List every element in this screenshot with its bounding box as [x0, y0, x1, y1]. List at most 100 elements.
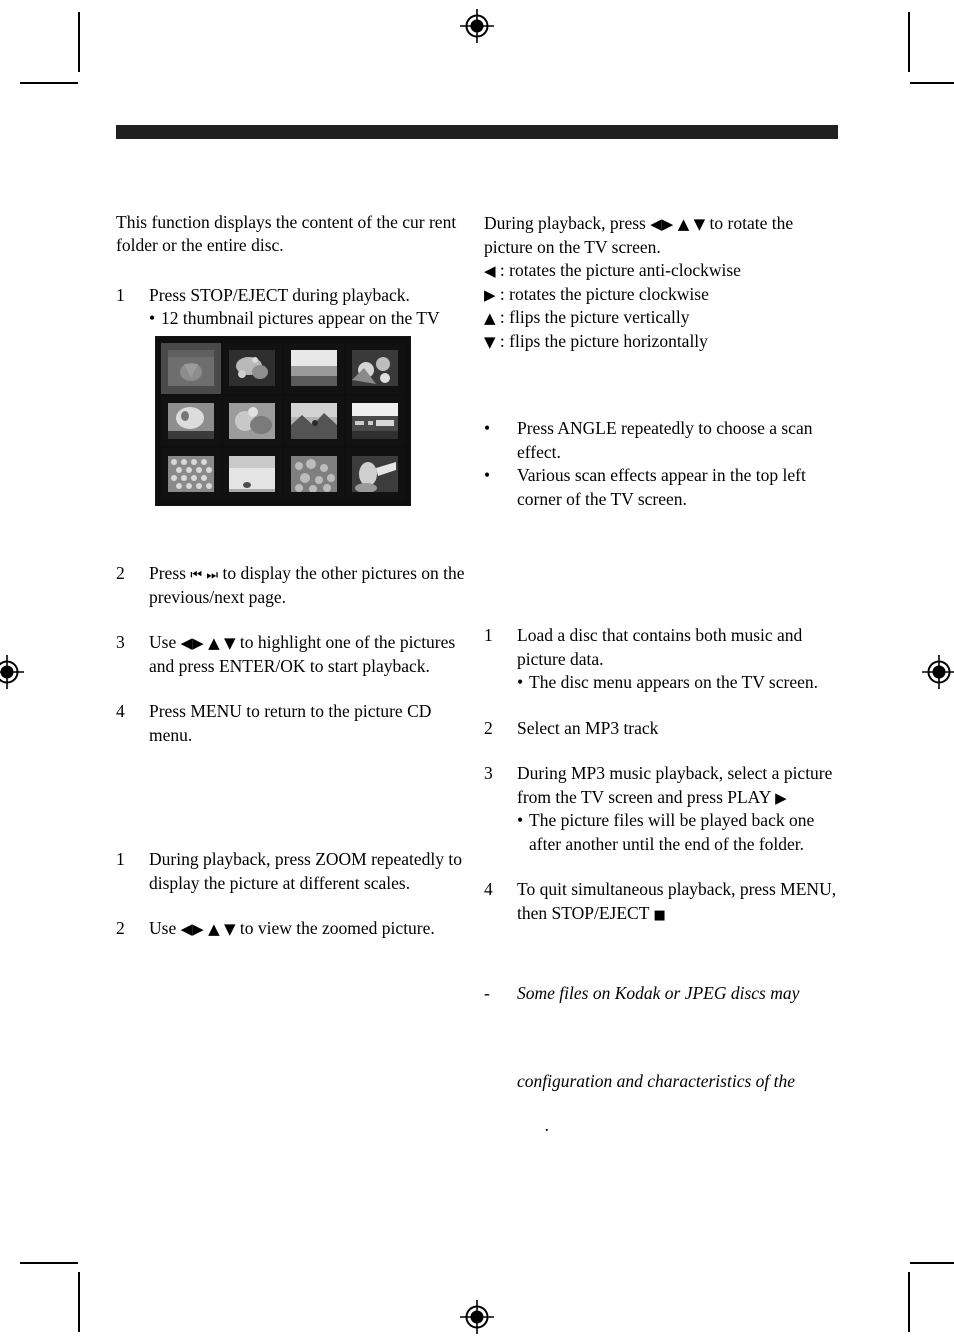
step-text-before: Press [149, 563, 186, 583]
thumbnail-grid [161, 343, 405, 499]
rotate-intro-before: During playback, press [484, 213, 646, 233]
note-line-2: configuration and characteristics of the [517, 1071, 796, 1091]
thumbnail-image-7 [290, 402, 337, 439]
registration-mark-top-center [460, 9, 494, 43]
thumbnail-cell-selected[interactable] [161, 343, 221, 394]
thumbnail-cell[interactable] [284, 395, 344, 447]
crop-mark-top-left-vertical [78, 12, 80, 72]
right-arrow-icon: ▶ [484, 285, 496, 304]
crop-mark-top-left-horizontal [20, 82, 78, 84]
thumbnail-image-3 [290, 350, 337, 387]
step-text: To quit simultaneous playback, press MEN… [517, 879, 837, 923]
intro-paragraph: This function displays the content of th… [116, 211, 457, 256]
zoom-step-2: 2 Use ◀▶ ▲ ▼ to view the zoomed picture. [116, 917, 476, 941]
thumbnail-cell[interactable] [345, 343, 405, 394]
crop-mark-top-right-horizontal [910, 82, 954, 84]
bullet-text: Press ANGLE repeatedly to choose a scan … [517, 418, 813, 462]
note-dash: - [484, 983, 490, 1003]
registration-mark-bottom-center [460, 1300, 494, 1334]
simultaneous-section-spacer [484, 511, 844, 624]
left-arrow-icon: ◀ [180, 634, 193, 652]
step-number: 2 [484, 717, 493, 738]
bullet-dot: • [484, 465, 491, 485]
step-text-before: Use [149, 632, 177, 652]
thumbnail-cell[interactable] [284, 343, 344, 394]
step-number: 2 [116, 918, 125, 938]
step-number: 1 [484, 625, 493, 645]
crop-mark-bottom-right-horizontal [910, 1262, 954, 1264]
skip-next-icon: ⏭ [206, 568, 219, 583]
left-arrow-icon: ◀ [180, 920, 193, 938]
key-legend-down: ▼ : flips the picture horizontally [484, 330, 844, 354]
thumbnail-image-9 [167, 455, 214, 492]
bullet-dot: • [517, 672, 524, 692]
thumbnail-cell[interactable] [345, 448, 405, 499]
up-arrow-icon: ▲ [677, 215, 690, 233]
key-legend-right: ▶ : rotates the picture clockwise [484, 283, 844, 307]
step-text: Press STOP/EJECT during playback. [149, 284, 410, 305]
thumbnail-cell[interactable] [284, 448, 344, 499]
step-number: 1 [116, 284, 125, 305]
step-text: During playback, press ZOOM repeatedly t… [149, 849, 462, 893]
down-arrow-icon: ▼ [223, 920, 236, 938]
step-number: 4 [484, 879, 493, 899]
left-column: This function displays the content of th… [116, 193, 476, 963]
left-arrow-icon: ◀ [484, 262, 496, 280]
simultaneous-step-1: 1 Load a disc that contains both music a… [484, 624, 844, 695]
registration-mark-left-middle [0, 655, 24, 689]
key-legend-up: ▲ : flips the picture vertically [484, 306, 844, 330]
right-arrow-icon: ▶ [661, 215, 674, 233]
note-line-3: . [545, 1115, 550, 1135]
scan-bullet-1: • Press ANGLE repeatedly to choose a sca… [484, 417, 844, 464]
thumbnail-image-10 [229, 455, 276, 492]
step-text: Load a disc that contains both music and… [517, 625, 803, 669]
zoom-step-1: 1 During playback, press ZOOM repeatedly… [116, 848, 476, 895]
thumbnail-cell[interactable] [161, 395, 221, 447]
step-4-left: 4 Press MENU to return to the picture CD… [116, 700, 476, 747]
bullet-dot: • [484, 418, 491, 438]
crop-mark-top-right-vertical [908, 12, 910, 72]
step-bullet: • The disc menu appears on the TV screen… [517, 671, 844, 695]
thumbnail-image-8 [352, 402, 399, 439]
scan-bullet-2: • Various scan effects appear in the top… [484, 464, 844, 511]
bullet-text: The disc menu appears on the TV screen. [529, 672, 818, 692]
up-arrow-icon: ▲ [484, 309, 496, 327]
key-legend-left: ◀ : rotates the picture anti-clockwise [484, 259, 844, 283]
thumbnail-image-11 [290, 455, 337, 492]
simultaneous-step-2: 2 Select an MP3 track [484, 717, 844, 741]
thumbnail-cell[interactable] [222, 395, 282, 447]
thumbnail-image-4 [352, 350, 399, 387]
step-number: 4 [116, 701, 125, 721]
rotate-intro-paragraph: During playback, press ◀▶ ▲ ▼ to rotate … [484, 212, 844, 259]
step-text: Press MENU to return to the picture CD m… [149, 701, 432, 745]
bullet-dot: • [517, 810, 524, 830]
thumbnail-cell[interactable] [222, 343, 282, 394]
right-arrow-icon: ▶ [192, 920, 204, 938]
thumbnail-image-5 [167, 402, 214, 439]
thumbnail-image-12 [352, 455, 399, 492]
thumbnail-image-1 [167, 350, 214, 387]
thumbnail-cell[interactable] [161, 448, 221, 499]
up-arrow-icon: ▲ [208, 634, 220, 652]
bullet-text: The picture files will be played back on… [529, 810, 815, 854]
section-heading-rule [116, 125, 838, 139]
step-number: 3 [116, 632, 125, 652]
step-text-after: to view the zoomed picture. [239, 918, 435, 938]
simultaneous-step-4: 4 To quit simultaneous playback, press M… [484, 878, 844, 925]
down-arrow-icon: ▼ [223, 634, 236, 652]
registration-mark-right-middle [922, 655, 954, 689]
left-arrow-icon: ◀ [650, 215, 662, 233]
step-2-left: 2 Press ⏮ ⏭ to display the other picture… [116, 562, 476, 609]
step-number: 2 [116, 563, 125, 583]
right-column: During playback, press ◀▶ ▲ ▼ to rotate … [484, 212, 844, 1147]
key-legend-text: : rotates the picture clockwise [499, 283, 709, 304]
right-arrow-icon: ▶ [192, 634, 204, 652]
zoom-section-spacer [116, 769, 476, 848]
crop-mark-bottom-left-horizontal [20, 1262, 78, 1264]
key-legend-text: : flips the picture horizontally [499, 330, 708, 351]
stop-icon: ■ [653, 907, 666, 923]
key-legend-text: : rotates the picture anti-clockwise [499, 260, 741, 280]
down-arrow-icon: ▼ [693, 215, 706, 233]
thumbnail-cell[interactable] [222, 448, 282, 499]
thumbnail-cell[interactable] [345, 395, 405, 447]
